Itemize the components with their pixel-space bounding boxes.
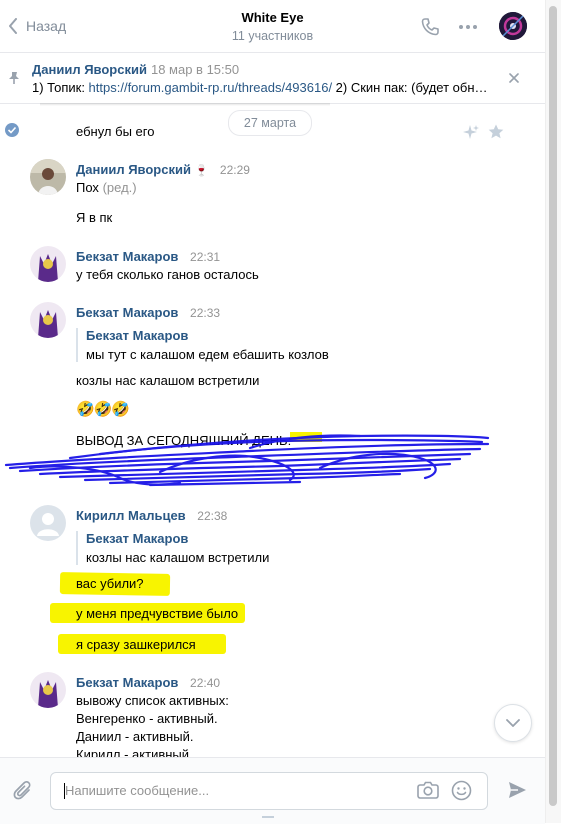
forwarded-text: мы тут с калашом едем ебашить козлов	[86, 347, 329, 362]
message-text: у меня предчувствие было	[76, 606, 239, 621]
message-header: Кирилл Мальцев 22:38	[76, 508, 227, 523]
message-text: вас убили?	[76, 576, 144, 591]
pinned-message[interactable]: Даниил Яворский 18 мар в 15:50 1) Топик: …	[0, 53, 545, 104]
message-text: Я в пк	[76, 210, 113, 225]
scroll-down-button[interactable]	[494, 704, 532, 742]
message-text: козлы нас калашом встретили	[76, 373, 260, 388]
message-text: ебнул бы его	[76, 124, 155, 139]
date-divider: 27 марта	[228, 110, 312, 136]
more-icon[interactable]	[458, 24, 478, 30]
author-name[interactable]: Бекзат Макаров	[76, 305, 178, 320]
chat-avatar[interactable]	[499, 12, 527, 40]
avatar[interactable]	[30, 505, 66, 541]
edited-label: (ред.)	[102, 180, 137, 195]
emoji-icon[interactable]	[451, 780, 472, 801]
close-icon[interactable]	[509, 73, 519, 83]
forwarded-author[interactable]: Бекзат Макаров	[86, 328, 329, 343]
message-text: я сразу зашкерился	[76, 637, 196, 652]
message-text: у тебя сколько ганов осталось	[76, 267, 259, 282]
avatar[interactable]	[30, 672, 66, 708]
author-name[interactable]: Бекзат Макаров	[76, 249, 178, 264]
pinned-text: 1) Топик: https://forum.gambit-rp.ru/thr…	[32, 80, 488, 95]
pin-icon	[9, 72, 19, 84]
emoji-line: 🤣🤣🤣	[76, 401, 130, 418]
star-icon[interactable]	[488, 124, 504, 139]
author-name[interactable]: Кирилл Мальцев	[76, 508, 186, 523]
message-time[interactable]: 22:33	[190, 306, 220, 320]
author-name[interactable]: Бекзат Макаров	[76, 675, 178, 690]
resize-handle[interactable]	[262, 816, 274, 818]
message-composer: Напишите сообщение...	[0, 757, 545, 824]
phone-icon[interactable]	[420, 17, 440, 37]
forwarded-author[interactable]: Бекзат Макаров	[86, 531, 269, 546]
pinned-date: 18 мар в 15:50	[150, 62, 240, 77]
forwarded-message[interactable]: Бекзат Макаров козлы нас калашом встрети…	[76, 531, 269, 565]
pinned-link[interactable]: https://forum.gambit-rp.ru/threads/49361…	[89, 80, 333, 95]
forwarded-message[interactable]: Бекзат Макаров мы тут с калашом едем еба…	[76, 328, 329, 362]
message-text: Венгеренко - активный.	[76, 711, 218, 726]
avatar[interactable]	[30, 246, 66, 282]
camera-icon[interactable]	[417, 780, 439, 800]
forwarded-text: козлы нас калашом встретили	[86, 550, 270, 565]
message-text: вывожу список активных:	[76, 693, 229, 708]
chevron-down-icon	[506, 719, 520, 727]
send-icon[interactable]	[507, 780, 527, 800]
message-header: Даниил Яворский 🍷 22:29	[76, 162, 250, 177]
message-header: Бекзат Макаров 22:33	[76, 305, 220, 320]
message-placeholder: Напишите сообщение...	[65, 783, 210, 798]
message-time[interactable]: 22:38	[197, 509, 227, 523]
default-avatar-icon	[37, 513, 59, 536]
author-name[interactable]: Даниил Яворский	[76, 162, 191, 177]
sparkle-icon[interactable]	[462, 124, 480, 140]
message-text: Даниил - активный.	[76, 729, 194, 744]
author-emoji: 🍷	[194, 165, 209, 177]
read-check-icon	[5, 123, 19, 137]
avatar[interactable]	[30, 302, 66, 338]
scrollbar-thumb[interactable]	[549, 6, 557, 806]
message-header: Бекзат Макаров 22:40	[76, 675, 220, 690]
scribble-censor	[4, 434, 490, 487]
chat-members-count[interactable]: 11 участников	[0, 29, 545, 43]
message-time[interactable]: 22:31	[190, 250, 220, 264]
avatar[interactable]	[30, 159, 66, 195]
chat-title[interactable]: White Eye	[0, 10, 545, 25]
scroll-fade	[40, 103, 330, 106]
message-header: Бекзат Макаров 22:31	[76, 249, 220, 264]
chat-header: Назад White Eye 11 участников	[0, 0, 545, 53]
message-text: Пох (ред.)	[76, 180, 137, 195]
paperclip-icon[interactable]	[13, 780, 33, 802]
pinned-author: Даниил Яворский 18 мар в 15:50	[32, 62, 240, 77]
message-time[interactable]: 22:29	[220, 163, 250, 177]
message-input[interactable]: Напишите сообщение...	[50, 772, 488, 810]
chat-logo-icon	[499, 12, 527, 40]
message-time[interactable]: 22:40	[190, 676, 220, 690]
